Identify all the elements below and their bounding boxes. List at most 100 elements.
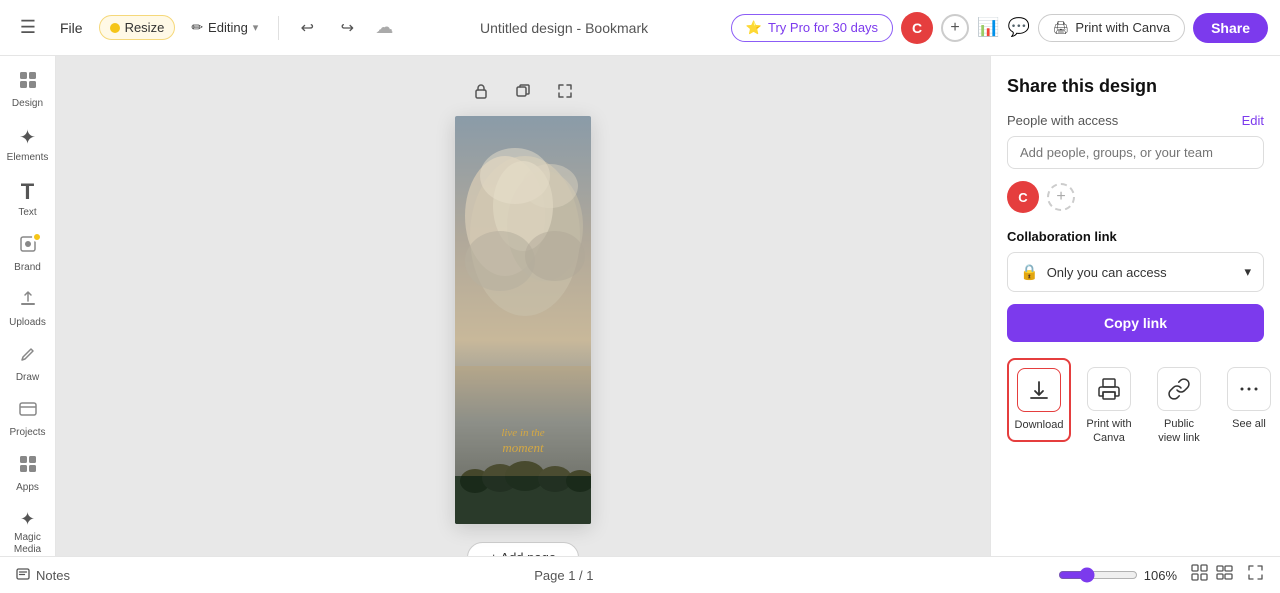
- resize-button[interactable]: Resize: [99, 15, 176, 40]
- add-page-button[interactable]: + Add page: [467, 542, 579, 556]
- canvas-wrapper: live in the moment: [455, 116, 591, 524]
- share-option-see-all[interactable]: See all: [1217, 358, 1280, 440]
- sidebar-draw-label: Draw: [16, 372, 39, 383]
- topbar-right: ⭐ Try Pro for 30 days C + 📊 💬 🖨 Print wi…: [731, 12, 1268, 44]
- list-view-button[interactable]: [1214, 562, 1235, 588]
- zoom-slider[interactable]: [1058, 567, 1138, 583]
- copy-link-button[interactable]: Copy link: [1007, 304, 1264, 342]
- text-icon: T: [21, 179, 34, 205]
- resize-label: Resize: [125, 20, 165, 35]
- zoom-level: 106%: [1144, 568, 1177, 583]
- projects-icon: [18, 399, 38, 425]
- printer-icon: 🖨: [1053, 20, 1070, 36]
- share-option-print[interactable]: Print with Canva: [1077, 358, 1141, 455]
- sidebar-item-design[interactable]: Design: [2, 64, 54, 115]
- sidebar-text-label: Text: [18, 207, 36, 218]
- editing-label: Editing: [208, 20, 248, 35]
- notes-label: Notes: [36, 568, 70, 583]
- lock-button[interactable]: [466, 76, 496, 106]
- lock-icon: 🔒: [1020, 263, 1039, 281]
- people-with-access-row: People with access Edit: [1007, 113, 1264, 128]
- uploads-icon: [18, 289, 38, 315]
- share-option-download[interactable]: Download: [1007, 358, 1071, 442]
- star-icon: ⭐: [746, 20, 762, 36]
- comments-icon[interactable]: 💬: [1007, 17, 1029, 38]
- print-with-canva-button[interactable]: 🖨 Print with Canva: [1038, 14, 1185, 42]
- view-buttons: [1189, 562, 1235, 588]
- canvas-toolbar: [466, 76, 580, 106]
- collaboration-link-label: Collaboration link: [1007, 229, 1264, 244]
- resize-dot: [110, 23, 120, 33]
- design-icon: [18, 70, 38, 96]
- sidebar-design-label: Design: [12, 98, 43, 109]
- people-access-label: People with access: [1007, 113, 1118, 128]
- sidebar-apps-label: Apps: [16, 482, 39, 493]
- see-all-icon: [1227, 367, 1271, 411]
- owner-avatar[interactable]: C: [1007, 181, 1039, 213]
- public-view-icon: [1157, 367, 1201, 411]
- editing-button[interactable]: ✏ Editing ▾: [183, 15, 266, 40]
- expand-canvas-button[interactable]: [550, 76, 580, 106]
- chevron-down-icon: ▾: [253, 21, 259, 34]
- chevron-icon: ▾: [1244, 264, 1251, 280]
- page-info: Page 1 / 1: [534, 568, 593, 583]
- design-card[interactable]: live in the moment: [455, 116, 591, 524]
- bottom-bar: Notes Page 1 / 1 106%: [0, 556, 1280, 593]
- access-dropdown[interactable]: 🔒 Only you can access ▾: [1007, 252, 1264, 292]
- try-pro-label: Try Pro for 30 days: [768, 20, 878, 35]
- notes-icon: [16, 567, 30, 584]
- sidebar-item-elements[interactable]: ✦ Elements: [2, 119, 54, 169]
- add-person-button[interactable]: +: [1047, 183, 1075, 211]
- undo-button[interactable]: ↩: [291, 12, 323, 44]
- duplicate-button[interactable]: [508, 76, 538, 106]
- canvas-artwork: live in the moment: [455, 116, 591, 524]
- sidebar-item-projects[interactable]: Projects: [2, 393, 54, 444]
- download-label: Download: [1015, 418, 1064, 432]
- sidebar-item-apps[interactable]: Apps: [2, 448, 54, 499]
- sidebar-item-draw[interactable]: Draw: [2, 338, 54, 389]
- main-area: Design ✦ Elements T Text Brand Uploads: [0, 56, 1280, 556]
- canvas-area[interactable]: live in the moment + Add page: [56, 56, 990, 556]
- menu-icon[interactable]: ☰: [12, 12, 44, 44]
- sidebar-item-magic-media[interactable]: ✦ Magic Media: [2, 503, 54, 556]
- sidebar-item-brand[interactable]: Brand: [2, 228, 54, 279]
- print-canva-option-label: Print with Canva: [1086, 417, 1132, 446]
- print-icon: [1087, 367, 1131, 411]
- topbar: ☰ File Resize ✏ Editing ▾ ↩ ↪ ☁ Untitled…: [0, 0, 1280, 56]
- share-button[interactable]: Share: [1193, 13, 1268, 43]
- share-panel: Share this design People with access Edi…: [990, 56, 1280, 556]
- try-pro-button[interactable]: ⭐ Try Pro for 30 days: [731, 14, 893, 42]
- user-avatar[interactable]: C: [901, 12, 933, 44]
- sidebar-brand-label: Brand: [14, 262, 41, 273]
- see-all-label: See all: [1232, 417, 1266, 431]
- public-view-label: Public view link: [1156, 417, 1202, 446]
- fullscreen-button[interactable]: [1247, 564, 1264, 586]
- draw-icon: [18, 344, 38, 370]
- share-panel-title: Share this design: [1007, 76, 1264, 97]
- add-collaborator-button[interactable]: +: [941, 14, 969, 42]
- sidebar: Design ✦ Elements T Text Brand Uploads: [0, 56, 56, 556]
- share-option-public-view[interactable]: Public view link: [1147, 358, 1211, 455]
- elements-icon: ✦: [19, 125, 36, 150]
- svg-text:moment: moment: [502, 440, 544, 455]
- apps-icon: [18, 454, 38, 480]
- redo-button[interactable]: ↪: [331, 12, 363, 44]
- edit-access-link[interactable]: Edit: [1242, 113, 1264, 128]
- sidebar-item-text[interactable]: T Text: [2, 173, 54, 224]
- analytics-icon[interactable]: 📊: [977, 17, 999, 38]
- sidebar-item-uploads[interactable]: Uploads: [2, 283, 54, 334]
- add-people-input[interactable]: [1007, 136, 1264, 169]
- magic-media-icon: ✦: [20, 509, 35, 530]
- file-menu-button[interactable]: File: [52, 16, 91, 40]
- share-label: Share: [1211, 20, 1250, 36]
- grid-view-button[interactable]: [1189, 562, 1210, 588]
- share-options: Download Print with Canva Public view li…: [1007, 358, 1264, 455]
- print-canva-label: Print with Canva: [1075, 20, 1170, 35]
- zoom-control: 106%: [1058, 567, 1177, 583]
- sidebar-projects-label: Projects: [9, 427, 45, 438]
- access-label: Only you can access: [1047, 265, 1167, 280]
- cloud-save-icon[interactable]: ☁: [371, 17, 397, 38]
- brand-notification-dot: [32, 232, 42, 242]
- notes-button[interactable]: Notes: [16, 567, 70, 584]
- avatar-row: C +: [1007, 181, 1264, 213]
